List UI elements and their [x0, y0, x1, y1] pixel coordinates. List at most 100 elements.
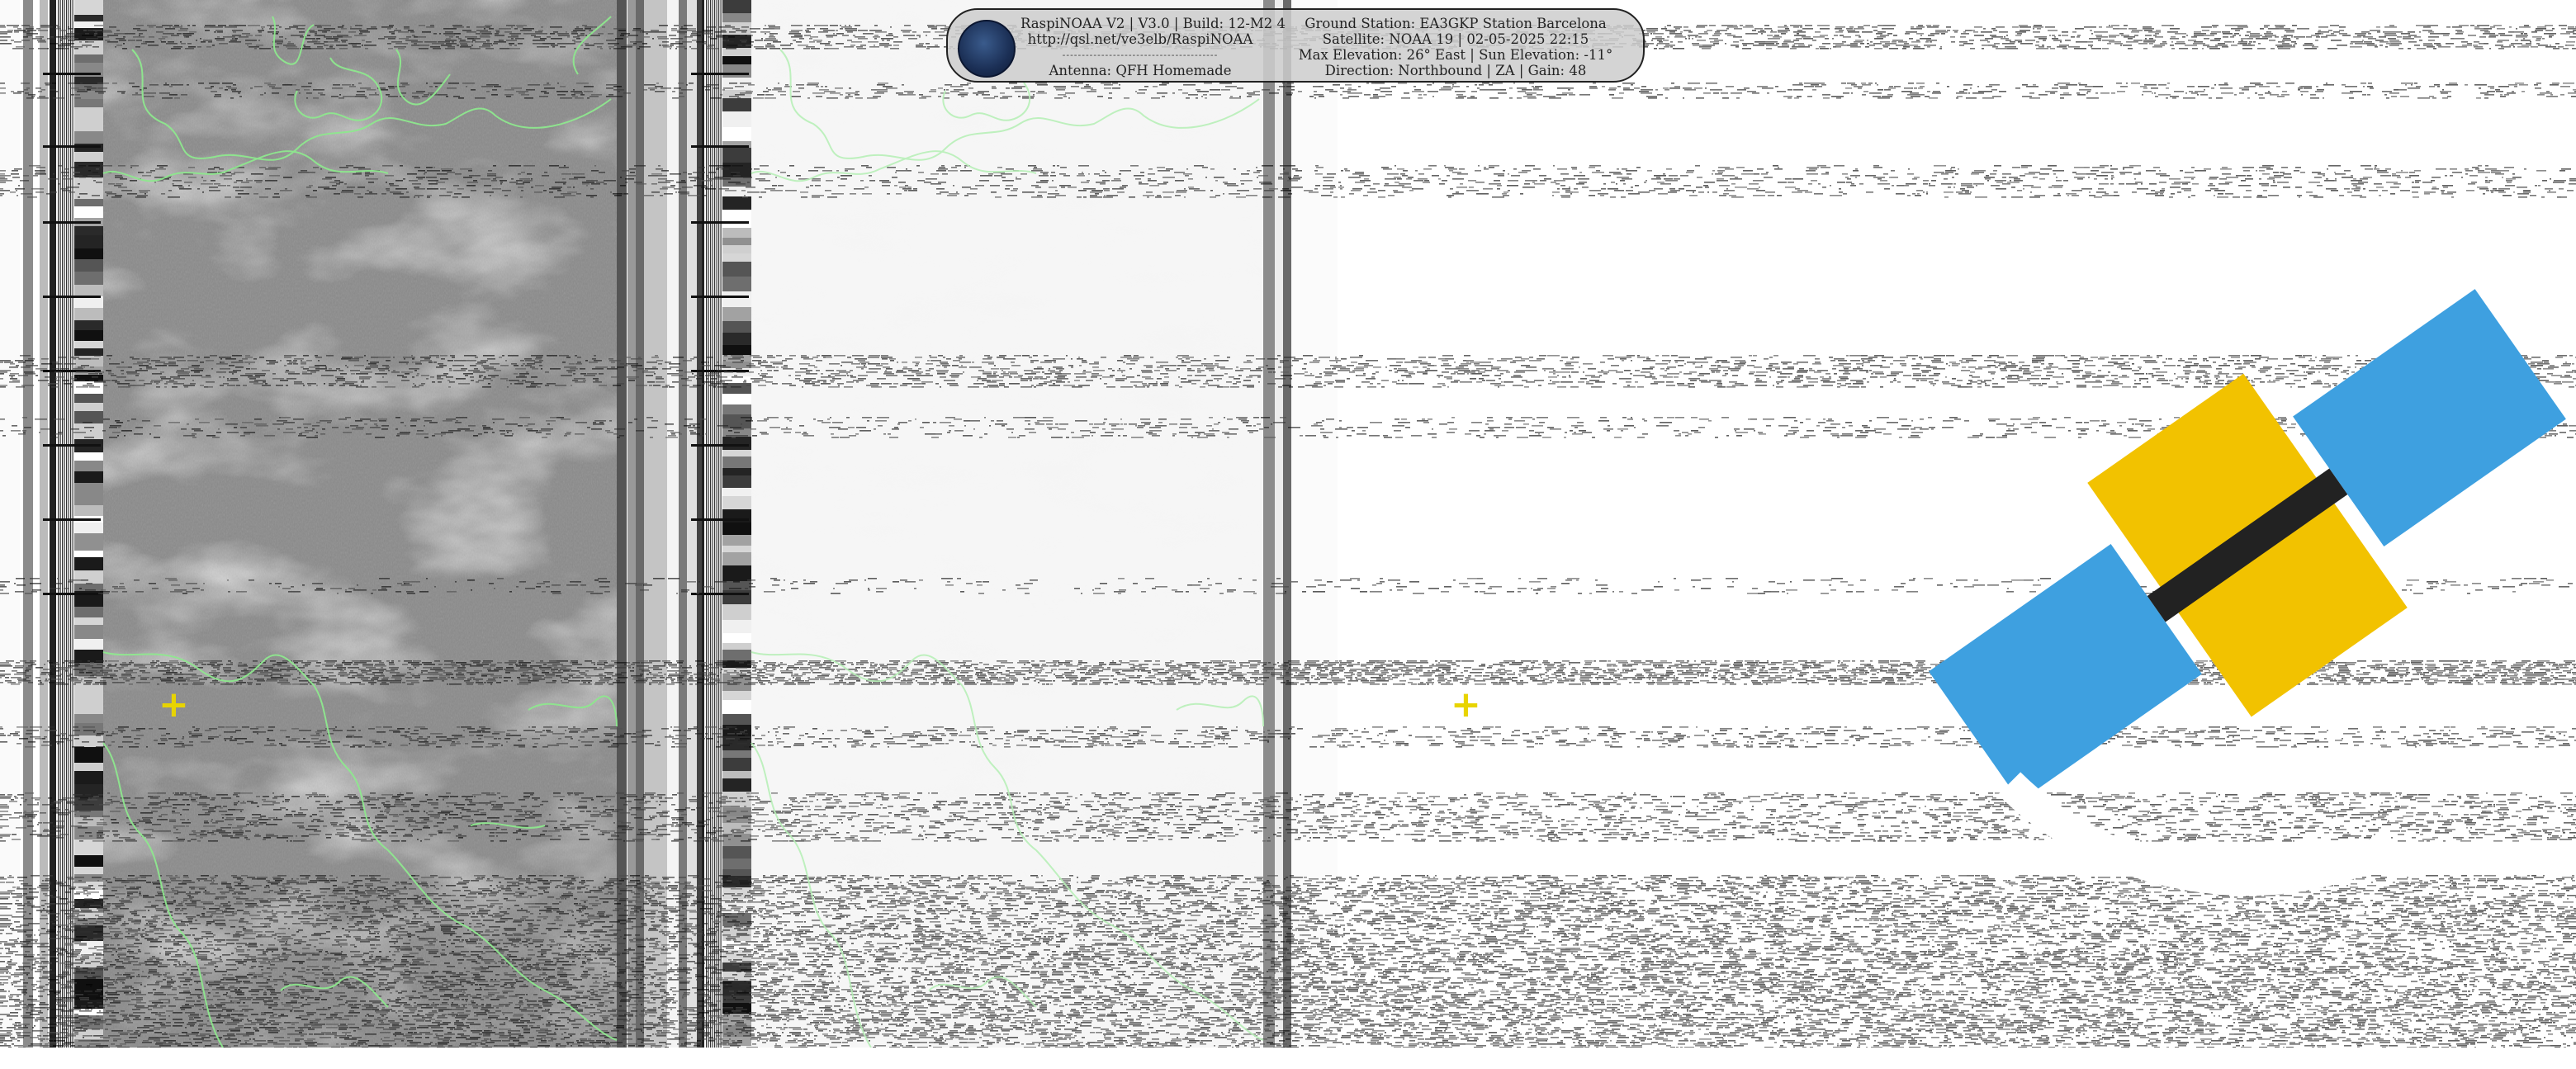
telemetry-wedge — [74, 639, 103, 650]
telemetry-wedge — [74, 348, 103, 356]
sync-tick — [691, 145, 749, 148]
telemetry-wedge — [722, 127, 751, 141]
telemetry-wedge — [722, 620, 751, 633]
telemetry-wedge — [74, 152, 103, 162]
software-version: RaspiNOAA V2 | V3.0 | Build: 12-M2 4 — [1020, 16, 1260, 31]
telemetry-wedge — [722, 238, 751, 245]
telemetry-wedge — [74, 403, 103, 411]
telemetry-wedge — [74, 394, 103, 403]
telemetry-wedge — [722, 604, 751, 620]
telemetry-wedge — [74, 99, 103, 107]
pass-info-right: Ground Station: EA3GKP Station Barcelona… — [1278, 16, 1633, 78]
telemetry-wedge — [74, 840, 103, 855]
software-url: http://qsl.net/ve3elb/RaspiNOAA — [1020, 31, 1260, 47]
telemetry-wedge — [722, 187, 751, 196]
location-marker-b: + — [1451, 687, 1481, 723]
sync-bar — [66, 0, 67, 1048]
sync-tick — [691, 296, 749, 298]
telemetry-wedge — [722, 859, 751, 869]
telemetry-wedge — [74, 557, 103, 570]
telemetry-wedge — [722, 404, 751, 414]
antenna-info: Antenna: QFH Homemade — [1020, 63, 1260, 78]
telemetry-wedge — [722, 456, 751, 468]
telemetry-wedge — [74, 116, 103, 131]
telemetry-wedge — [74, 747, 103, 763]
elevation-info: Max Elevation: 26° East | Sun Elevation:… — [1278, 47, 1633, 63]
telemetry-wedge — [74, 533, 103, 544]
telemetry-wedge — [722, 771, 751, 778]
telemetry-wedge — [722, 778, 751, 792]
telemetry-wedge — [74, 320, 103, 330]
telemetry-wedge — [722, 148, 751, 163]
telemetry-wedge — [74, 296, 103, 308]
telemetry-wedge — [722, 111, 751, 127]
sync-bar — [62, 0, 63, 1048]
telemetry-wedge — [74, 617, 103, 625]
telemetry-wedge — [722, 496, 751, 509]
telemetry-wedge — [74, 235, 103, 248]
sync-tick — [43, 296, 101, 298]
telemetry-wedge — [722, 333, 751, 345]
telemetry-wedge — [74, 248, 103, 259]
telemetry-wedge — [722, 383, 751, 394]
satellite-info: Satellite: NOAA 19 | 02-05-2025 22:15 — [1278, 31, 1633, 47]
telemetry-wedge — [74, 771, 103, 784]
telemetry-wedge — [74, 330, 103, 341]
station-info-left: RaspiNOAA V2 | V3.0 | Build: 12-M2 4 htt… — [1020, 16, 1260, 78]
telemetry-wedge — [722, 792, 751, 807]
telemetry-wedge — [74, 272, 103, 285]
ground-station: Ground Station: EA3GKP Station Barcelona — [1278, 16, 1633, 31]
telemetry-wedge — [74, 505, 103, 516]
telemetry-wedge — [722, 0, 751, 13]
telemetry-wedge — [722, 345, 751, 355]
telemetry-wedge — [722, 13, 751, 22]
telemetry-wedge — [74, 107, 103, 116]
telemetry-wedge — [722, 56, 751, 64]
sync-tick — [691, 73, 749, 75]
telemetry-wedge — [722, 394, 751, 404]
sync-tick — [691, 444, 749, 447]
telemetry-wedge — [722, 64, 751, 78]
telemetry-wedge — [722, 245, 751, 253]
apt-satellite-image: RaspiNOAA V2 | V3.0 | Build: 12-M2 4 htt… — [0, 0, 2576, 1048]
sync-tick — [43, 145, 101, 148]
telemetry-wedge — [722, 291, 751, 307]
satellite-icon — [958, 20, 1016, 78]
telemetry-wedge — [74, 695, 103, 703]
sync-tick — [43, 73, 101, 75]
telemetry-wedge — [722, 590, 751, 604]
telemetry-wedge — [722, 700, 751, 714]
telemetry-wedge — [722, 750, 751, 758]
telemetry-wedge — [74, 177, 103, 184]
telemetry-wedge — [722, 869, 751, 876]
margin-strip — [23, 0, 33, 1048]
sync-bar — [70, 0, 71, 1048]
telemetry-wedge — [74, 308, 103, 320]
telemetry-wedge — [722, 262, 751, 277]
telemetry-wedge — [722, 523, 751, 535]
sync-tick — [43, 593, 101, 595]
telemetry-wedge — [722, 546, 751, 552]
location-marker-a: + — [159, 687, 189, 723]
telemetry-wedge — [74, 341, 103, 348]
telemetry-wedge — [74, 226, 103, 235]
channel-a-texture — [103, 0, 617, 1048]
telemetry-wedge — [722, 196, 751, 210]
telemetry-wedge — [74, 411, 103, 423]
telemetry-wedge — [722, 210, 751, 217]
telemetry-wedge — [74, 471, 103, 483]
telemetry-wedge — [74, 551, 103, 557]
telemetry-wedge — [74, 523, 103, 533]
telemetry-wedge — [722, 846, 751, 859]
telemetry-wedge — [74, 625, 103, 639]
telemetry-wedge — [74, 131, 103, 144]
separator-line: ---------------------------------------- — [1020, 47, 1260, 63]
telemetry-wedge — [722, 691, 751, 700]
sync-tick — [43, 518, 101, 521]
direction-info: Direction: Northbound | ZA | Gain: 48 — [1278, 63, 1633, 78]
telemetry-wedge — [74, 493, 103, 505]
telemetry-wedge — [722, 450, 751, 456]
telemetry-wedge — [74, 15, 103, 21]
telemetry-wedge — [74, 703, 103, 714]
telemetry-wedge — [74, 461, 103, 471]
